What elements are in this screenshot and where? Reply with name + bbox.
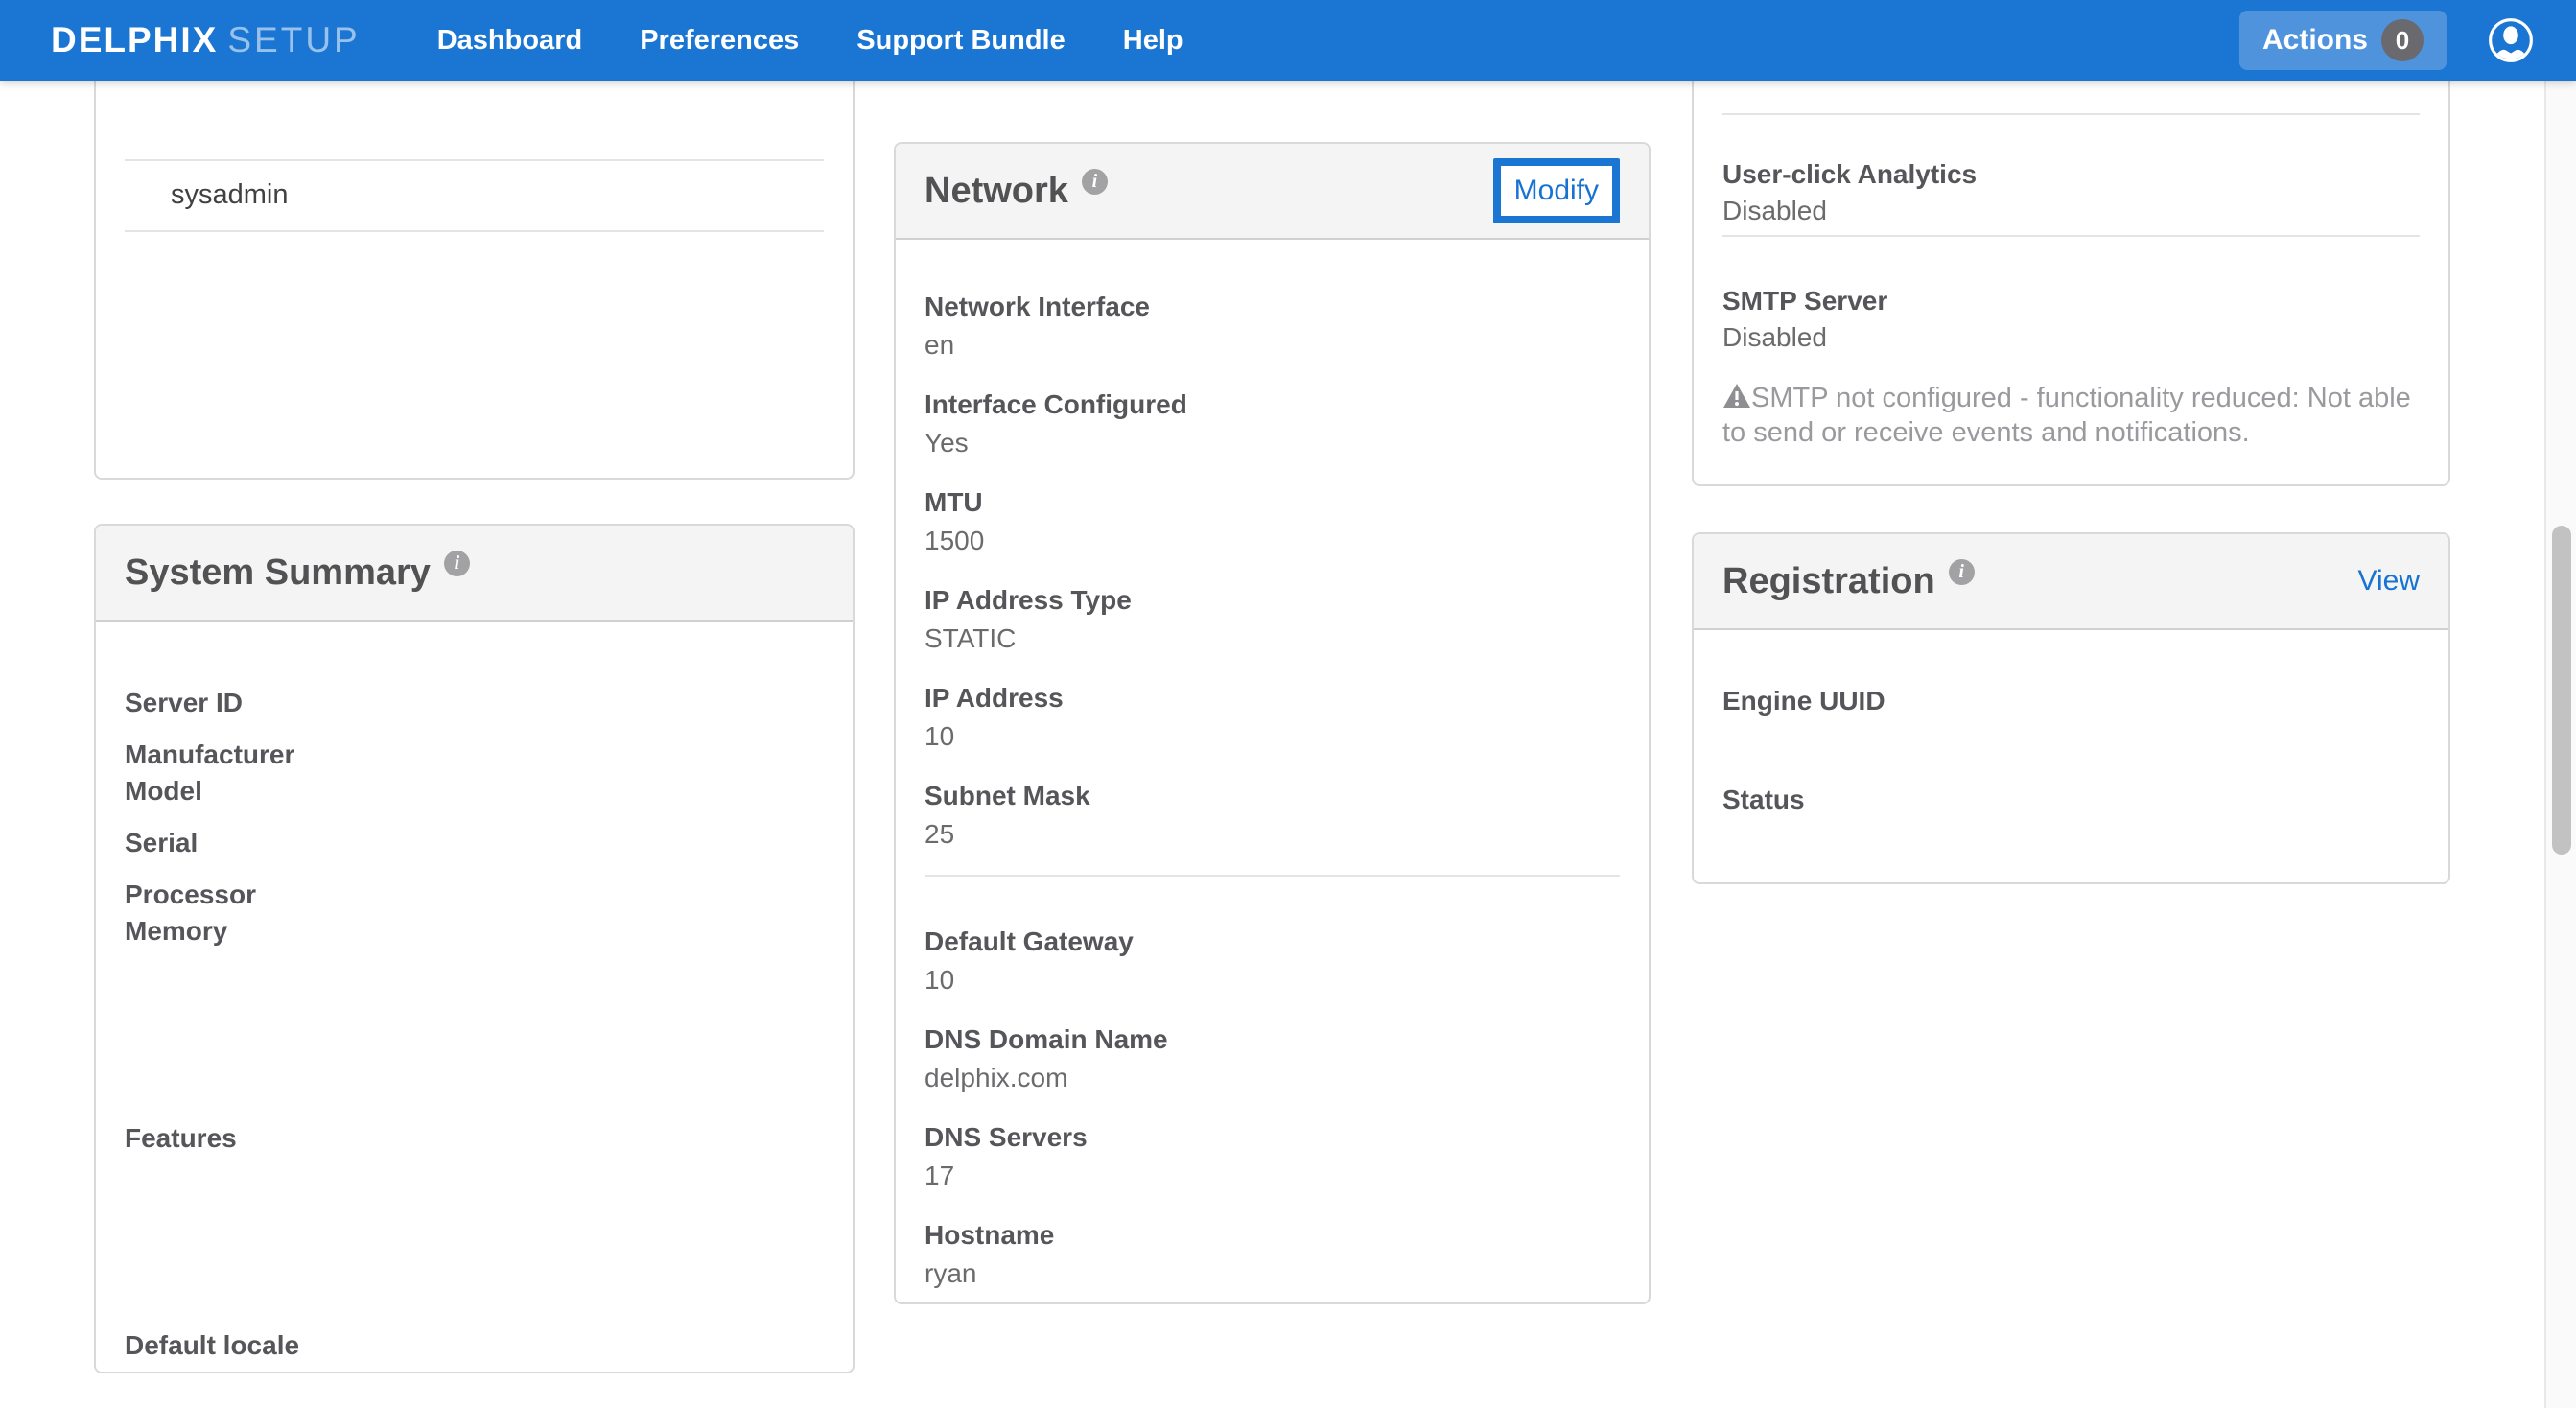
- top-navbar: DELPHIX SETUP Dashboard Preferences Supp…: [0, 0, 2576, 81]
- network-header: Network i Modify: [896, 144, 1649, 240]
- field-value: 17: [925, 1157, 1620, 1195]
- divider: [1722, 235, 2420, 237]
- brand-primary: DELPHIX: [51, 20, 218, 60]
- field-label: Interface Configured: [925, 386, 1620, 424]
- divider: [1722, 113, 2420, 115]
- label-manufacturer: Manufacturer: [125, 737, 824, 773]
- field-default-gateway: Default Gateway 10: [925, 923, 1620, 999]
- field-label: IP Address: [925, 679, 1620, 717]
- nav-right: Actions 0: [2239, 0, 2535, 81]
- divider: [925, 875, 1620, 877]
- field-dns-domain-name: DNS Domain Name delphix.com: [925, 1021, 1620, 1097]
- smtp-warning: SMTP not configured - functionality redu…: [1722, 381, 2420, 450]
- communication-card: User-click Analytics Disabled SMTP Serve…: [1692, 81, 2450, 486]
- modify-network-button[interactable]: Modify: [1493, 158, 1620, 223]
- divider: [125, 230, 824, 232]
- field-label: SMTP Server: [1722, 283, 2420, 319]
- field-label: MTU: [925, 483, 1620, 522]
- field-hostname: Hostname ryan: [925, 1216, 1620, 1293]
- field-label: DNS Domain Name: [925, 1021, 1620, 1059]
- field-dns-servers: DNS Servers 17: [925, 1118, 1620, 1195]
- field-value: Disabled: [1722, 319, 2420, 356]
- field-label: DNS Servers: [925, 1118, 1620, 1157]
- session-row: sysadmin: [125, 161, 824, 230]
- scrollbar-thumb[interactable]: [2552, 526, 2571, 855]
- field-network-interface: Network Interface en: [925, 288, 1620, 364]
- field-value: 10: [925, 961, 1620, 999]
- registration-card: Registration i View Engine UUID Status: [1692, 532, 2450, 884]
- nav-item-dashboard[interactable]: Dashboard: [409, 0, 611, 81]
- sessions-card: sysadmin: [94, 81, 855, 480]
- field-smtp-server: SMTP Server Disabled: [1722, 283, 2420, 356]
- registration-title: Registration: [1722, 561, 1935, 602]
- network-title: Network: [925, 171, 1068, 212]
- registration-header: Registration i View: [1694, 534, 2448, 630]
- actions-button-label: Actions: [2262, 24, 2368, 57]
- field-value: Yes: [925, 424, 1620, 462]
- field-mtu: MTU 1500: [925, 483, 1620, 560]
- system-summary-header: System Summary i: [96, 526, 853, 622]
- label-default-locale: Default locale: [125, 1327, 824, 1364]
- field-label: User-click Analytics: [1722, 156, 2420, 193]
- actions-button[interactable]: Actions 0: [2239, 11, 2447, 70]
- field-label: Subnet Mask: [925, 777, 1620, 815]
- smtp-warning-text: SMTP not configured - functionality redu…: [1722, 383, 2411, 448]
- label-server-id: Server ID: [125, 685, 824, 721]
- registration-view-link[interactable]: View: [2358, 565, 2420, 598]
- label-status: Status: [1722, 781, 2420, 819]
- actions-count-badge: 0: [2381, 19, 2424, 61]
- info-icon[interactable]: i: [1082, 169, 1108, 195]
- warning-triangle-icon: [1722, 383, 1751, 409]
- field-label: Default Gateway: [925, 923, 1620, 961]
- field-value: 1500: [925, 522, 1620, 560]
- field-ip-address-type: IP Address Type STATIC: [925, 581, 1620, 658]
- nav-item-support-bundle[interactable]: Support Bundle: [828, 0, 1093, 81]
- main-nav: Dashboard Preferences Support Bundle Hel…: [409, 0, 1212, 81]
- app-logo: DELPHIX SETUP: [51, 20, 361, 60]
- field-value: ryan: [925, 1255, 1620, 1293]
- field-value: 25: [925, 815, 1620, 854]
- field-user-click-analytics: User-click Analytics Disabled: [1722, 156, 2420, 229]
- label-engine-uuid: Engine UUID: [1722, 682, 2420, 720]
- label-memory: Memory: [125, 913, 824, 950]
- network-card: Network i Modify Network Interface en In…: [894, 142, 1651, 1304]
- field-ip-address: IP Address 10: [925, 679, 1620, 756]
- field-label: Hostname: [925, 1216, 1620, 1255]
- nav-item-preferences[interactable]: Preferences: [611, 0, 828, 81]
- field-subnet-mask: Subnet Mask 25: [925, 777, 1620, 854]
- field-value: STATIC: [925, 620, 1620, 658]
- label-processor: Processor: [125, 877, 824, 913]
- field-interface-configured: Interface Configured Yes: [925, 386, 1620, 462]
- label-model: Model: [125, 773, 824, 810]
- system-summary-title: System Summary: [125, 552, 431, 594]
- label-serial: Serial: [125, 825, 824, 861]
- field-value: delphix.com: [925, 1059, 1620, 1097]
- brand-secondary: SETUP: [227, 20, 360, 60]
- system-summary-card: System Summary i Server ID Manufacturer …: [94, 524, 855, 1373]
- scrollbar-track[interactable]: [2544, 81, 2576, 1408]
- label-features: Features: [125, 1120, 824, 1157]
- user-avatar-icon[interactable]: [2487, 16, 2535, 64]
- session-username: sysadmin: [171, 179, 289, 210]
- nav-item-help[interactable]: Help: [1094, 0, 1212, 81]
- field-value: Disabled: [1722, 193, 2420, 229]
- info-icon[interactable]: i: [444, 551, 470, 576]
- field-value: en: [925, 326, 1620, 364]
- field-label: IP Address Type: [925, 581, 1620, 620]
- info-icon[interactable]: i: [1949, 559, 1975, 585]
- field-label: Network Interface: [925, 288, 1620, 326]
- field-value: 10: [925, 717, 1620, 756]
